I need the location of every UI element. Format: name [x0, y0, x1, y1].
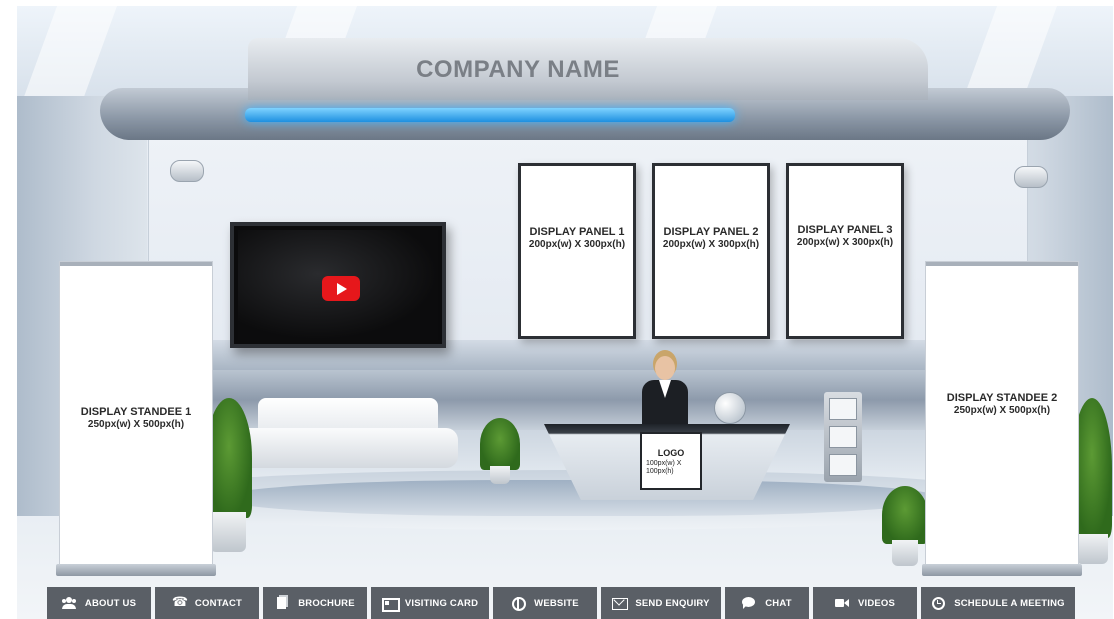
header-light-strip — [245, 108, 735, 122]
clock-icon — [931, 597, 946, 610]
standee-title: DISPLAY STANDEE 1 — [80, 406, 192, 418]
spotlight-left — [170, 160, 204, 182]
display-standee-2[interactable]: DISPLAY STANDEE 2 250px(w) X 500px(h) — [922, 262, 1082, 576]
plant-pot-right — [892, 540, 918, 566]
display-panel-2[interactable]: DISPLAY PANEL 2 200px(w) X 300px(h) — [652, 163, 770, 339]
chat-icon — [742, 597, 756, 609]
plant-left — [206, 398, 252, 518]
logo-placeholder[interactable]: LOGO 100px(w) X 100px(h) — [640, 432, 702, 490]
phone-icon — [172, 594, 188, 610]
video-screen-display — [238, 230, 438, 340]
about-us-button[interactable]: ABOUT US — [47, 587, 151, 619]
brochure-button[interactable]: BROCHURE — [263, 587, 367, 619]
brochure-stand[interactable] — [824, 392, 862, 482]
logo-size-line-1: 100px(w) X — [646, 460, 682, 467]
website-label: WEBSITE — [534, 597, 579, 609]
display-panel-1[interactable]: DISPLAY PANEL 1 200px(w) X 300px(h) — [518, 163, 636, 339]
video-camera-icon — [834, 597, 849, 609]
plant-pot-left — [210, 512, 246, 552]
display-standee-1[interactable]: DISPLAY STANDEE 1 250px(w) X 500px(h) — [56, 262, 216, 576]
logo-title: LOGO — [657, 448, 685, 458]
plant-pot-far-right — [1076, 534, 1108, 564]
standee-title: DISPLAY STANDEE 2 — [946, 392, 1058, 404]
panel-title: DISPLAY PANEL 1 — [529, 226, 625, 238]
receptionist-avatar[interactable] — [640, 356, 690, 426]
video-screen[interactable] — [230, 222, 446, 348]
logo-size-line-2: 100px(h) — [646, 468, 674, 475]
globe-icon — [511, 597, 527, 611]
schedule-meeting-button[interactable]: SCHEDULE A MEETING — [921, 587, 1075, 619]
panel-title: DISPLAY PANEL 2 — [663, 226, 759, 238]
plant-right — [882, 486, 928, 544]
website-button[interactable]: WEBSITE — [493, 587, 597, 619]
standee-size: 250px(w) X 500px(h) — [87, 419, 185, 430]
id-card-icon — [381, 597, 400, 612]
visiting-card-label: VISITING CARD — [404, 597, 479, 609]
plant-pot-center — [490, 466, 510, 484]
users-icon — [61, 597, 76, 609]
standee-size: 250px(w) X 500px(h) — [953, 405, 1051, 416]
panel-title: DISPLAY PANEL 3 — [797, 224, 893, 236]
chat-button[interactable]: CHAT — [725, 587, 809, 619]
youtube-play-icon[interactable] — [322, 276, 360, 301]
booth-action-toolbar: ABOUT US CONTACT BROCHURE VISITING CARD … — [47, 587, 1075, 619]
send-enquiry-button[interactable]: SEND ENQUIRY — [601, 587, 721, 619]
chat-label: CHAT — [765, 597, 792, 609]
visiting-card-button[interactable]: VISITING CARD — [371, 587, 489, 619]
panel-size: 200px(w) X 300px(h) — [662, 239, 760, 250]
mail-icon — [612, 597, 629, 610]
plant-far-right — [1072, 398, 1112, 538]
videos-button[interactable]: VIDEOS — [813, 587, 917, 619]
videos-label: VIDEOS — [857, 597, 896, 609]
panel-size: 200px(w) X 300px(h) — [528, 239, 626, 250]
schedule-meeting-label: SCHEDULE A MEETING — [954, 597, 1065, 609]
send-enquiry-label: SEND ENQUIRY — [635, 597, 710, 609]
document-icon — [275, 597, 289, 609]
spotlight-right — [1014, 166, 1048, 188]
plant-center — [480, 418, 520, 470]
brochure-label: BROCHURE — [298, 597, 355, 609]
logo-size: 100px(w) X 100px(h) — [642, 460, 700, 476]
glass-globe-decor — [714, 392, 746, 424]
panel-size: 200px(w) X 300px(h) — [796, 237, 894, 248]
company-name: COMPANY NAME — [416, 56, 620, 83]
about-us-label: ABOUT US — [84, 597, 137, 609]
contact-label: CONTACT — [194, 597, 243, 609]
display-panel-3[interactable]: DISPLAY PANEL 3 200px(w) X 300px(h) — [786, 163, 904, 339]
sofa — [228, 398, 458, 478]
contact-button[interactable]: CONTACT — [155, 587, 259, 619]
